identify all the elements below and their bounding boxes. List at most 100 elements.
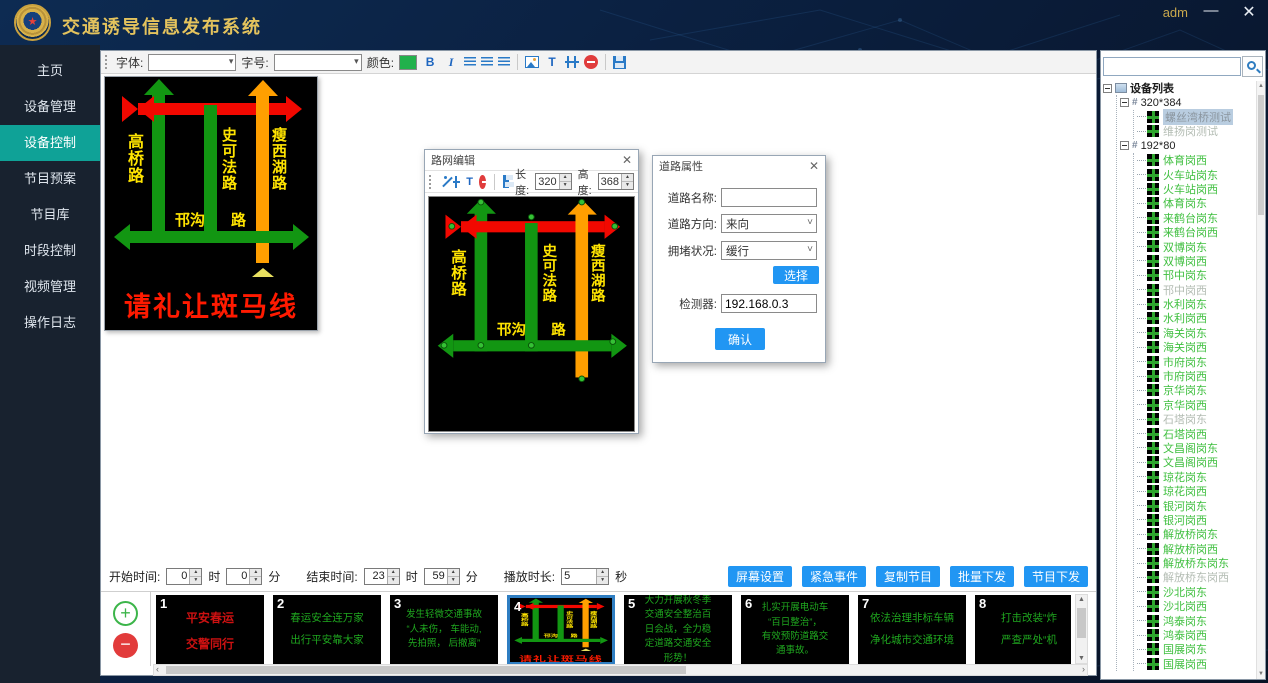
device-tree-item[interactable]: 水利岗东 (1137, 297, 1255, 311)
height-spinner[interactable]: 368▲▼ (598, 173, 634, 190)
device-tree-item[interactable]: 银河岗东 (1137, 498, 1255, 512)
dialog-close-button[interactable]: ✕ (809, 159, 819, 173)
device-tree-item[interactable]: 琼花岗西 (1137, 484, 1255, 498)
size-select[interactable] (274, 54, 362, 71)
device-tree-item[interactable]: 京华岗东 (1137, 383, 1255, 397)
device-tree-item[interactable]: 来鹤台岗西 (1137, 225, 1255, 239)
detector-input[interactable] (721, 294, 817, 313)
minimize-button[interactable]: — (1200, 2, 1222, 22)
road-network-icon[interactable] (565, 56, 579, 68)
road-editor-canvas[interactable]: 高桥路 史可法路 瘦西湖路 邗沟 路 (428, 196, 635, 432)
device-tree-item[interactable]: 沙北岗东 (1137, 585, 1255, 599)
editor-map[interactable]: 高桥路 史可法路 瘦西湖路 邗沟 路 (429, 197, 635, 432)
device-tree-item[interactable]: 沙北岗西 (1137, 599, 1255, 613)
edit-handle[interactable] (478, 199, 485, 206)
playbar-action-button[interactable]: 屏幕设置 (728, 566, 792, 587)
device-tree-item[interactable]: 螺丝湾桥测试 (1137, 110, 1255, 124)
congestion-select[interactable]: 缓行 (721, 241, 817, 260)
close-button[interactable]: ✕ (1238, 2, 1260, 22)
device-tree-item[interactable]: 来鹤台岗东 (1137, 211, 1255, 225)
device-search-input[interactable] (1103, 57, 1241, 76)
edit-handle[interactable] (578, 376, 585, 383)
program-thumbnail[interactable]: 6扎实开展电动车“百日整治”，有效预防道路交通事故。 (741, 595, 849, 665)
device-tree-item[interactable]: 国展岗东 (1137, 642, 1255, 656)
delete-icon[interactable] (479, 175, 486, 189)
color-swatch[interactable] (399, 55, 417, 70)
save-icon[interactable] (503, 175, 509, 188)
device-tree-item[interactable]: 文昌阁岗东 (1137, 441, 1255, 455)
device-tree-item[interactable]: 双博岗东 (1137, 239, 1255, 253)
sidebar-item[interactable]: 时段控制 (0, 233, 100, 269)
device-tree-item[interactable]: 市府岗东 (1137, 354, 1255, 368)
device-tree-item[interactable]: 火车站岗西 (1137, 182, 1255, 196)
scroll-right-icon[interactable]: › (1082, 664, 1085, 674)
duration-spinner[interactable]: 5▲▼ (561, 568, 609, 585)
road-name-input[interactable] (721, 188, 817, 207)
device-tree-item[interactable]: 火车站岗东 (1137, 167, 1255, 181)
road-direction-select[interactable]: 来向 (721, 214, 817, 233)
length-spinner[interactable]: 320▲▼ (535, 173, 571, 190)
device-tree-item[interactable]: 邗中岗东 (1137, 268, 1255, 282)
tree-expander-icon[interactable] (1120, 98, 1129, 107)
save-icon[interactable] (613, 56, 626, 69)
program-thumbnail[interactable]: 4 高桥路 史可法路 瘦西湖路 邗沟 路 请礼让斑马线 (507, 595, 615, 665)
sidebar-item[interactable]: 设备控制 (0, 125, 100, 161)
program-thumbnail[interactable]: 5大力开展秋冬季交通安全整治百日会战，全力稳定道路交通安全形势！ (624, 595, 732, 665)
tree-root[interactable]: 设备列表 (1103, 81, 1255, 95)
scrollbar-thumb[interactable] (1258, 95, 1264, 215)
start-hour-spinner[interactable]: 0▲▼ (166, 568, 202, 585)
device-tree-item[interactable]: 国展岗西 (1137, 657, 1255, 671)
device-tree-item[interactable]: 解放桥东岗西 (1137, 570, 1255, 584)
device-tree-item[interactable]: 邗中岗西 (1137, 282, 1255, 296)
device-tree-item[interactable]: 水利岗西 (1137, 311, 1255, 325)
align-center-icon[interactable] (481, 57, 493, 67)
device-tree-item[interactable]: 京华岗西 (1137, 398, 1255, 412)
right-road-arrow[interactable] (575, 214, 588, 378)
strip-vertical-scrollbar[interactable]: ▲ ▼ (1075, 594, 1088, 664)
start-minute-spinner[interactable]: 0▲▼ (226, 568, 262, 585)
align-right-icon[interactable] (498, 57, 510, 67)
edit-handle[interactable] (611, 223, 618, 230)
mid-road-bar[interactable] (525, 223, 538, 351)
edit-handle[interactable] (448, 223, 455, 230)
scrollbar-thumb[interactable] (166, 666, 686, 674)
device-tree-item[interactable]: 双博岗西 (1137, 254, 1255, 268)
device-tree-item[interactable]: 体育岗西 (1137, 153, 1255, 167)
sidebar-item[interactable]: 操作日志 (0, 305, 100, 341)
text-tool-button[interactable]: T (544, 55, 560, 69)
program-thumbnail[interactable]: 8打击改装“炸严查严处“机 (975, 595, 1071, 665)
program-thumbnail[interactable]: 2春运安全连万家出行平安靠大家 (273, 595, 381, 665)
confirm-button[interactable]: 确认 (715, 328, 765, 350)
device-tree-item[interactable]: 石塔岗东 (1137, 412, 1255, 426)
remove-program-button[interactable]: − (113, 633, 138, 658)
delete-icon[interactable] (584, 55, 598, 69)
tree-scrollbar[interactable]: ▲ ▼ (1256, 81, 1265, 679)
strip-horizontal-scrollbar[interactable]: ‹ › (153, 664, 1088, 676)
font-select[interactable] (148, 54, 236, 71)
bold-button[interactable]: B (422, 55, 438, 69)
sidebar-item[interactable]: 主页 (0, 53, 100, 89)
tree-expander-icon[interactable] (1103, 84, 1112, 93)
italic-button[interactable]: I (443, 55, 459, 70)
sidebar-item[interactable]: 视频管理 (0, 269, 100, 305)
edit-handle[interactable] (528, 214, 535, 221)
device-tree-item[interactable]: 体育岗东 (1137, 196, 1255, 210)
scroll-down-icon[interactable]: ▼ (1257, 671, 1265, 677)
device-tree-item[interactable]: 解放桥岗西 (1137, 542, 1255, 556)
device-tree-item[interactable]: 海关岗西 (1137, 340, 1255, 354)
device-tree-item[interactable]: 市府岗西 (1137, 369, 1255, 383)
dialog-close-button[interactable]: ✕ (622, 153, 632, 167)
scroll-up-icon[interactable]: ▲ (1076, 596, 1087, 603)
device-search-button[interactable] (1242, 56, 1263, 77)
align-left-icon[interactable] (464, 57, 476, 67)
draw-line-icon[interactable] (440, 175, 447, 189)
device-tree-item[interactable]: 解放桥岗东 (1137, 527, 1255, 541)
scroll-left-icon[interactable]: ‹ (156, 664, 159, 674)
edit-handle[interactable] (528, 342, 535, 349)
device-tree-item[interactable]: 海关岗东 (1137, 326, 1255, 340)
edit-handle[interactable] (441, 342, 448, 349)
tree-group[interactable]: #192*80 (1120, 139, 1255, 153)
insert-image-icon[interactable] (525, 56, 539, 68)
scroll-down-icon[interactable]: ▼ (1076, 655, 1087, 662)
scroll-up-icon[interactable]: ▲ (1257, 83, 1265, 89)
